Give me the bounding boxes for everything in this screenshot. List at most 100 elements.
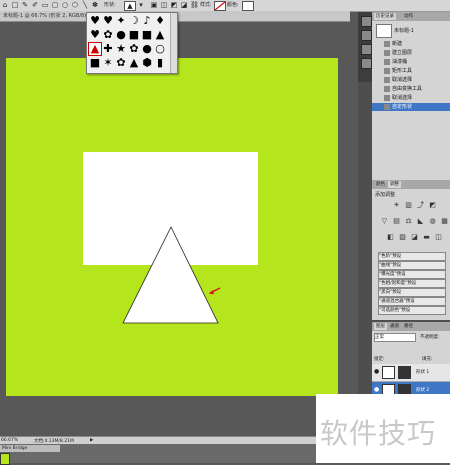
fill-label: 填充:	[422, 357, 433, 362]
layer-row-shape1[interactable]: ● 形状 1	[372, 364, 450, 382]
shape-option[interactable]: ✿	[115, 57, 127, 69]
style-picker[interactable]	[214, 1, 226, 11]
balance-icon[interactable]: ⚖	[404, 218, 413, 225]
panel-icon-4[interactable]	[361, 58, 372, 69]
custom-shape-picker[interactable]: ♥ ♥ ✦ ☽ ♪ ♦ ♥ ✿ ● ■ ■ ▲ ▲ ✚ ★ ✿ ● ○ ■ ✶ ✿ ▲ ⬢ ▮	[86, 12, 178, 74]
shape-option[interactable]: ■	[128, 29, 140, 41]
subtract-icon[interactable]: ◫	[160, 1, 168, 9]
history-item[interactable]: 自由变换工具	[372, 85, 450, 93]
shape-option[interactable]: ✦	[115, 15, 127, 27]
photo-filter-icon[interactable]: ◍	[428, 218, 437, 225]
hue-icon[interactable]: ▤	[392, 218, 401, 225]
shape-option[interactable]: ●	[141, 43, 153, 55]
rect-tool-icon[interactable]: ▭	[41, 1, 49, 9]
rect-shape-icon[interactable]: □	[11, 1, 19, 9]
history-item[interactable]: 矩形工具	[372, 67, 450, 75]
bw-icon[interactable]: ◣	[416, 218, 425, 225]
exposure-icon[interactable]: ◩	[428, 202, 437, 209]
eye-icon[interactable]: ●	[374, 369, 379, 375]
curves-icon[interactable]: ⤴	[416, 202, 425, 209]
adjustment-preset[interactable]: "曲线"预设	[378, 261, 446, 270]
shape-option[interactable]: ♥	[89, 29, 101, 41]
exclude-icon[interactable]: ◪	[180, 1, 188, 9]
shape-dropdown[interactable]: ▲	[124, 1, 136, 11]
shape-option[interactable]: ♪	[141, 15, 153, 27]
invert-icon[interactable]: ◧	[386, 234, 395, 241]
custom-shape-icon[interactable]: ✽	[91, 1, 99, 9]
pen-icon[interactable]: ✎	[21, 1, 29, 9]
history-item-label: 自定形状	[392, 104, 413, 110]
triangle-shape[interactable]	[120, 224, 220, 324]
shape-option[interactable]: ★	[115, 43, 127, 55]
shape-option[interactable]: ⬢	[141, 57, 153, 69]
tab-color[interactable]: 颜色	[374, 181, 387, 188]
posterize-icon[interactable]: ▨	[398, 234, 407, 241]
shape-option[interactable]: ○	[154, 43, 166, 55]
tab-channels[interactable]: 通道	[388, 323, 401, 330]
history-item[interactable]: 油漆桶	[372, 58, 450, 66]
history-item[interactable]: 取消选择	[372, 76, 450, 84]
link-icon[interactable]: ⛓	[190, 1, 199, 9]
adjustment-preset[interactable]: "可选颜色"预设	[378, 306, 446, 315]
tab-actions[interactable]: 动作	[402, 13, 415, 20]
selective-color-icon[interactable]: ◫	[434, 234, 443, 241]
combine-icon[interactable]: ▣	[150, 1, 158, 9]
polygon-icon[interactable]: ⬡	[71, 1, 79, 9]
threshold-icon[interactable]: ◪	[410, 234, 419, 241]
panel-icon-1[interactable]	[361, 16, 372, 27]
shape-option[interactable]: ✚	[102, 43, 114, 55]
shape-option[interactable]: ▮	[154, 57, 166, 69]
snapshot-thumbnail[interactable]	[376, 24, 392, 38]
brightness-icon[interactable]: ☀	[392, 202, 401, 209]
tab-paths[interactable]: 路径	[402, 323, 415, 330]
adjustment-preset[interactable]: "曝光度"预设	[378, 270, 446, 279]
shape-option[interactable]: ▲	[128, 57, 140, 69]
blend-mode-select[interactable]: 正常	[374, 333, 416, 342]
color-swatch[interactable]	[242, 1, 254, 11]
freeform-pen-icon[interactable]: ✐	[31, 1, 39, 9]
gradient-map-icon[interactable]: ▬	[422, 234, 431, 241]
history-item[interactable]: 取消选择	[372, 94, 450, 102]
intersect-icon[interactable]: ◩	[170, 1, 178, 9]
adjustment-preset[interactable]: "黑白"预设	[378, 288, 446, 297]
watermark-text: 软件技巧	[320, 417, 437, 450]
zoom-level[interactable]: 66.67%	[1, 438, 18, 443]
shape-option[interactable]: ●	[115, 29, 127, 41]
tab-history[interactable]: 历史记录	[374, 13, 396, 20]
shape-option[interactable]: ♦	[154, 15, 166, 27]
panel-icon-3[interactable]	[361, 44, 372, 55]
foreground-swatch[interactable]	[0, 453, 10, 465]
history-item[interactable]: 建立图层	[372, 49, 450, 57]
adjustment-preset[interactable]: "通道混合器"预设	[378, 297, 446, 306]
status-arrow-icon[interactable]: ▶	[90, 438, 93, 443]
picker-scrollbar[interactable]	[170, 13, 177, 73]
history-tabs: 历史记录 动作	[372, 12, 450, 21]
line-icon[interactable]: ╲	[81, 1, 89, 9]
mini-bridge-tab[interactable]: Mini Bridge	[0, 445, 60, 452]
levels-icon[interactable]: ▥	[404, 202, 413, 209]
shape-option[interactable]: ♥	[102, 15, 114, 27]
mixer-icon[interactable]: ▦	[440, 218, 449, 225]
shape-option[interactable]: ✿	[102, 29, 114, 41]
ellipse-icon[interactable]: ○	[61, 1, 69, 9]
shape-option[interactable]: ✶	[102, 57, 114, 69]
shape-option[interactable]: ▲	[154, 29, 166, 41]
history-item[interactable]: 自定形状	[372, 103, 450, 111]
history-item[interactable]: 新建	[372, 40, 450, 48]
tab-adjustments[interactable]: 调整	[388, 181, 401, 188]
shape-option[interactable]: ✿	[128, 43, 140, 55]
chevron-down-icon[interactable]: ▾	[137, 1, 145, 9]
rounded-rect-icon[interactable]: ▢	[51, 1, 59, 9]
shape-option[interactable]: ♥	[89, 15, 101, 27]
shape-option[interactable]: ☽	[128, 15, 140, 27]
home-icon[interactable]: ⌂	[1, 1, 9, 9]
adjustment-preset[interactable]: "色相/饱和度"预设	[378, 279, 446, 288]
eye-icon[interactable]: ●	[374, 387, 379, 393]
vibrance-icon[interactable]: ▽	[380, 218, 389, 225]
shape-option[interactable]: ■	[89, 57, 101, 69]
tab-layers[interactable]: 图层	[374, 323, 387, 330]
adjustment-preset[interactable]: "色阶"预设	[378, 252, 446, 261]
shape-option[interactable]: ▲	[88, 42, 102, 56]
shape-option[interactable]: ■	[141, 29, 153, 41]
panel-icon-2[interactable]	[361, 30, 372, 41]
